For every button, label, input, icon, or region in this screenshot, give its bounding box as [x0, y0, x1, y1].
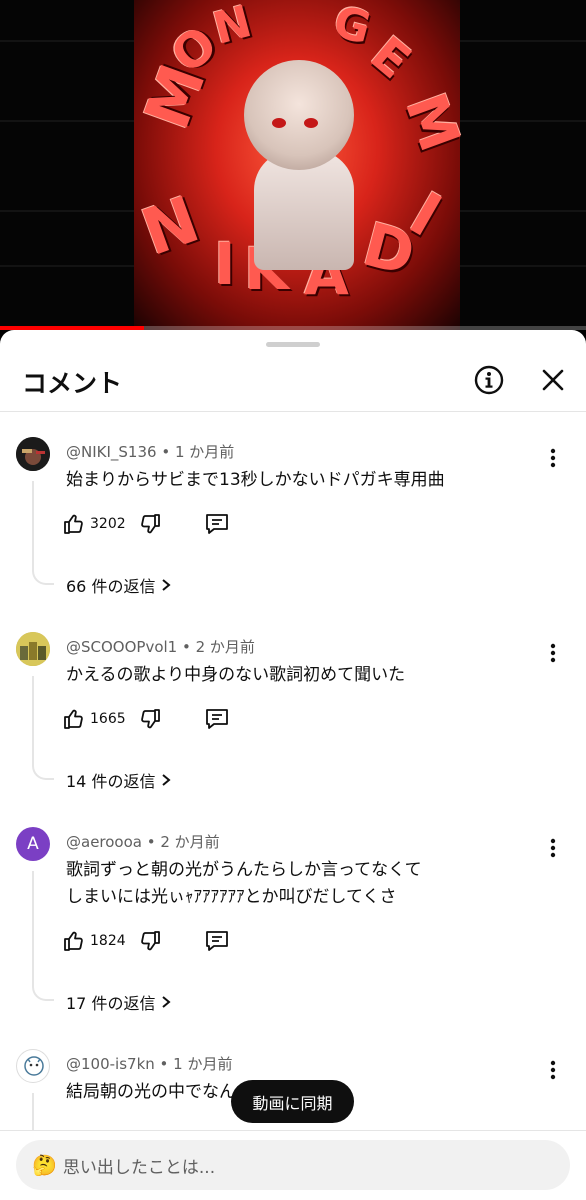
close-button[interactable] — [535, 362, 571, 398]
avatar-image — [24, 1056, 44, 1076]
thumbs-up-icon — [64, 514, 83, 534]
close-icon — [542, 369, 564, 391]
comments-sheet: コメント @NIKI_S136 • 1 か月前 始まりからサビまで13秒しかない… — [0, 330, 586, 1200]
info-icon — [474, 365, 504, 395]
reply-icon — [206, 514, 228, 534]
comment-item: A @aeroooa • 2 か月前 歌詞ずっと朝の光がうんたらしか言ってなくて… — [0, 803, 586, 1025]
thumbs-down-icon — [141, 514, 160, 534]
comment-author[interactable]: @SCOOOPvol1 — [66, 638, 177, 656]
comment-actions: 1665 — [62, 704, 362, 734]
reply-button[interactable] — [204, 509, 230, 539]
reply-icon — [206, 931, 228, 951]
more-vert-icon — [550, 448, 556, 468]
comment-input-placeholder: 思い出したことは... — [62, 1157, 216, 1178]
comment-meta: @NIKI_S136 • 1 か月前 — [66, 443, 235, 461]
drag-handle[interactable] — [266, 342, 320, 347]
avatar[interactable] — [16, 437, 50, 471]
more-vert-icon — [550, 643, 556, 663]
art-letter: G — [328, 0, 377, 55]
like-count: 3202 — [90, 516, 126, 532]
character-eye — [272, 118, 286, 128]
comments-header: コメント — [0, 350, 586, 412]
like-button[interactable]: 3202 — [62, 509, 126, 539]
sync-to-video-button[interactable]: 動画に同期 — [231, 1080, 354, 1123]
comment-text: 歌詞ずっと朝の光がうんたらしか言ってなくて しまいには光ぃｬｱｱｱｱｱｱとか叫び… — [66, 857, 546, 911]
comment-item: @NIKI_S136 • 1 か月前 始まりからサビまで13秒しかないドパガキ専… — [0, 413, 586, 608]
avatar[interactable]: A — [16, 827, 50, 861]
thinking-face-icon: 🤔 — [32, 1153, 57, 1177]
art-letter: I — [397, 179, 453, 251]
dislike-button[interactable] — [138, 704, 162, 734]
like-button[interactable]: 1665 — [62, 704, 126, 734]
info-button[interactable] — [471, 362, 507, 398]
comment-text: 始まりからサビまで13秒しかないドパガキ専用曲 — [66, 470, 445, 490]
character-eye — [304, 118, 318, 128]
reply-button[interactable] — [204, 704, 230, 734]
comment-age: 2 か月前 — [195, 638, 255, 656]
dislike-button[interactable] — [138, 926, 162, 956]
avatar-image — [16, 437, 50, 471]
character-head — [244, 60, 354, 170]
art-letter: E — [359, 26, 421, 90]
thumbs-up-icon — [64, 931, 83, 951]
chevron-right-icon — [162, 579, 172, 591]
comment-text: かえるの歌より中身のない歌詞初めて聞いた — [66, 665, 406, 685]
video-player[interactable]: M O N G E M N I K A D I — [0, 0, 586, 330]
art-letter: N — [132, 183, 209, 271]
chevron-right-icon — [162, 774, 172, 786]
view-replies-button[interactable]: 17 件の返信 — [66, 990, 172, 1014]
thumbs-up-icon — [64, 709, 83, 729]
thread-connector — [32, 871, 54, 1001]
comment-menu-button[interactable] — [538, 833, 568, 863]
video-thumbnail-art: M O N G E M N I K A D I — [130, 0, 472, 330]
thumbs-down-icon — [141, 709, 160, 729]
like-button[interactable]: 1824 — [62, 926, 126, 956]
like-count: 1665 — [90, 711, 126, 727]
comment-text-line: しまいには光ぃｬｱｱｱｱｱｱとか叫びだしてくさ — [66, 887, 397, 907]
comment-age: 1 か月前 — [174, 443, 235, 461]
reply-icon — [206, 709, 228, 729]
thread-connector — [32, 481, 54, 585]
comment-actions: 3202 — [62, 509, 362, 539]
avatar[interactable] — [16, 632, 50, 666]
comments-title: コメント — [22, 369, 123, 398]
comment-menu-button[interactable] — [538, 443, 568, 473]
comment-meta: @100-is7kn • 1 か月前 — [66, 1055, 233, 1073]
replies-count: 66 件の返信 — [66, 577, 156, 596]
comment-input[interactable]: 🤔 思い出したことは... — [16, 1140, 570, 1190]
chevron-right-icon — [162, 996, 172, 1008]
avatar[interactable] — [16, 1049, 50, 1083]
thread-connector — [32, 676, 54, 780]
avatar-letter: A — [27, 834, 39, 854]
art-letter: I — [214, 230, 236, 298]
comment-input-bar: 🤔 思い出したことは... — [0, 1130, 586, 1200]
comment-actions: 1824 — [62, 926, 362, 956]
comment-age: 1 か月前 — [173, 1055, 233, 1073]
comment-author[interactable]: @NIKI_S136 — [66, 443, 157, 461]
comment-author[interactable]: @100-is7kn — [66, 1055, 155, 1073]
reply-button[interactable] — [204, 926, 230, 956]
replies-count: 17 件の返信 — [66, 994, 156, 1013]
more-vert-icon — [550, 1060, 556, 1080]
avatar-image — [16, 632, 50, 666]
more-vert-icon — [550, 838, 556, 858]
art-letter: M — [391, 85, 472, 160]
thumbs-down-icon — [141, 931, 160, 951]
comment-item: @SCOOOPvol1 • 2 か月前 かえるの歌より中身のない歌詞初めて聞いた… — [0, 608, 586, 803]
replies-count: 14 件の返信 — [66, 772, 156, 791]
comment-text-line: 歌詞ずっと朝の光がうんたらしか言ってなくて — [66, 860, 422, 880]
like-count: 1824 — [90, 933, 126, 949]
comment-meta: @aeroooa • 2 か月前 — [66, 833, 220, 851]
comment-menu-button[interactable] — [538, 638, 568, 668]
comment-author[interactable]: @aeroooa — [66, 833, 142, 851]
dislike-button[interactable] — [138, 509, 162, 539]
comment-menu-button[interactable] — [538, 1055, 568, 1085]
comment-meta: @SCOOOPvol1 • 2 か月前 — [66, 638, 255, 656]
comment-age: 2 か月前 — [160, 833, 220, 851]
view-replies-button[interactable]: 14 件の返信 — [66, 768, 172, 792]
view-replies-button[interactable]: 66 件の返信 — [66, 573, 172, 597]
